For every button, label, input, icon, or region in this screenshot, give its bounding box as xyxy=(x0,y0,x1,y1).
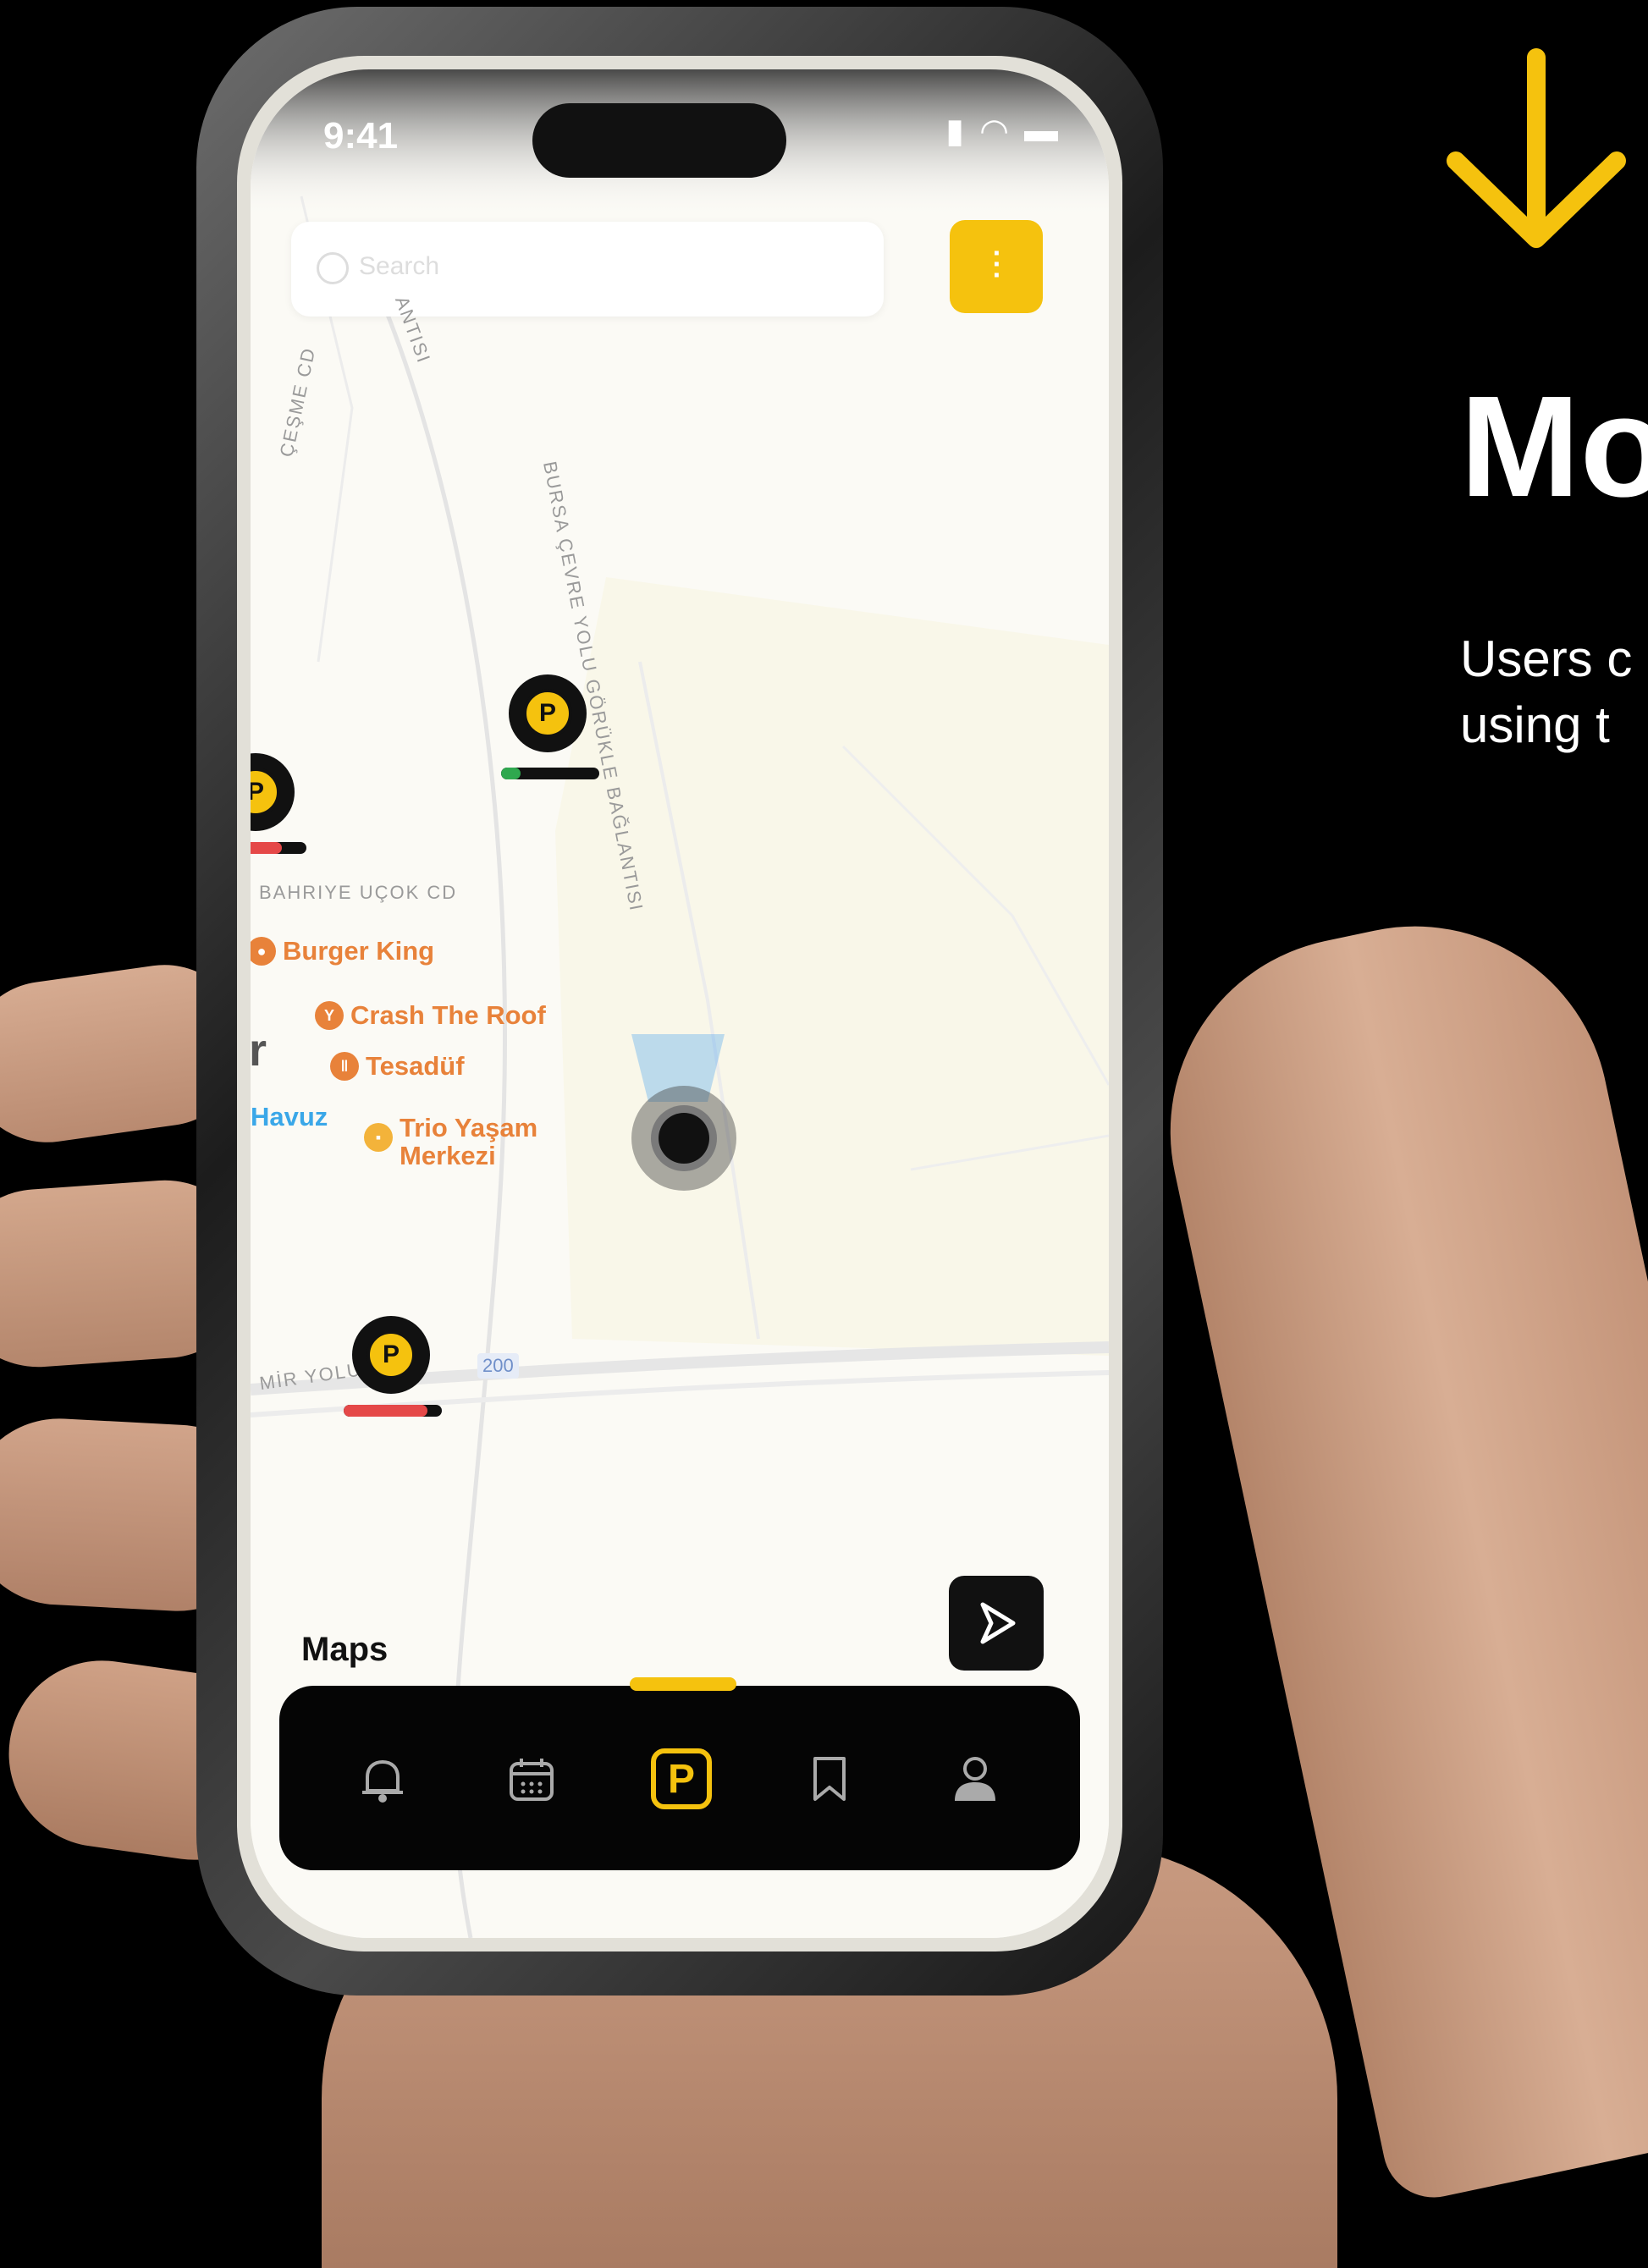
parking-icon: P xyxy=(251,768,280,817)
poi-label: Burger King xyxy=(283,936,435,966)
parking-icon: P xyxy=(523,689,572,738)
tab-parking[interactable]: P xyxy=(639,1737,724,1821)
navigation-arrow-icon xyxy=(980,1602,1016,1644)
dynamic-island xyxy=(532,103,786,178)
active-tab-indicator xyxy=(630,1677,736,1691)
user-location-dot xyxy=(659,1113,709,1164)
bell-icon xyxy=(362,1759,403,1803)
maps-attribution: Maps xyxy=(301,1631,388,1669)
profile-icon xyxy=(955,1757,995,1801)
maps-attribution-text: Maps xyxy=(301,1631,389,1668)
occupancy-fill xyxy=(501,768,521,779)
poi-burger-king[interactable]: ● Burger King xyxy=(251,936,434,966)
parking-pin[interactable]: P xyxy=(352,1316,430,1394)
poi-crash-the-roof[interactable]: Y Crash The Roof xyxy=(315,1000,546,1031)
signal-icon: ▮ xyxy=(945,113,965,150)
search-placeholder: Search xyxy=(359,252,440,280)
occupancy-bar xyxy=(251,842,306,854)
poi-trio-yasam[interactable]: ▪ Trio Yaşam Merkezi xyxy=(364,1113,538,1170)
arrow-down-icon xyxy=(1447,48,1626,248)
poi-havuz[interactable]: Havuz xyxy=(251,1102,328,1132)
phone-frame: 9:41 ▮ ◠ ▬ Search ⫶ ANTISI ÇEŞME CD BURS… xyxy=(196,7,1163,1996)
tab-profile[interactable] xyxy=(933,1737,1017,1821)
phone-screen: 9:41 ▮ ◠ ▬ Search ⫶ ANTISI ÇEŞME CD BURS… xyxy=(251,69,1109,1938)
battery-icon: ▬ xyxy=(1024,112,1058,149)
poi-label: Havuz xyxy=(251,1102,328,1131)
search-input[interactable]: Search xyxy=(291,222,884,317)
promo-headline: Mo xyxy=(1460,366,1648,527)
restaurant-icon: ‖ xyxy=(330,1052,359,1081)
highway-shield: 200 xyxy=(477,1353,519,1379)
bar-icon: Y xyxy=(315,1001,344,1030)
poi-label: Trio Yaşam Merkezi xyxy=(400,1113,538,1170)
status-time: 9:41 xyxy=(323,115,399,157)
tab-bar: P xyxy=(279,1677,1080,1870)
search-icon xyxy=(317,252,349,284)
map-text-fragment: r xyxy=(251,1025,267,1076)
tab-saved[interactable] xyxy=(787,1737,872,1821)
tab-notifications[interactable] xyxy=(340,1737,425,1821)
status-icons: ▮ ◠ ▬ xyxy=(945,112,1058,151)
promo-subtext: Users c using t xyxy=(1460,630,1633,753)
shop-icon: ▪ xyxy=(364,1123,393,1152)
sliders-icon: ⫶ xyxy=(991,244,1001,288)
occupancy-fill xyxy=(344,1405,427,1417)
calendar-icon xyxy=(510,1759,554,1801)
restaurant-icon: ● xyxy=(251,937,276,966)
tab-calendar[interactable] xyxy=(489,1737,574,1821)
wifi-icon: ◠ xyxy=(979,113,1009,150)
occupancy-bar xyxy=(344,1405,442,1417)
parking-pin[interactable]: P xyxy=(509,674,587,752)
parking-icon: P xyxy=(367,1330,416,1379)
poi-label: Tesadüf xyxy=(366,1051,465,1081)
road-label: BAHRIYE UÇOK CD xyxy=(259,882,458,903)
poi-label: Crash The Roof xyxy=(350,1000,546,1030)
occupancy-fill xyxy=(251,842,282,854)
occupancy-bar xyxy=(501,768,599,779)
navigate-button[interactable] xyxy=(949,1576,1044,1671)
filter-button[interactable]: ⫶ xyxy=(950,220,1043,313)
poi-tesaduf[interactable]: ‖ Tesadüf xyxy=(330,1051,465,1082)
status-bar: 9:41 ▮ ◠ ▬ xyxy=(251,69,1109,179)
bookmark-icon xyxy=(813,1757,846,1801)
parking-tab-icon: P xyxy=(651,1748,712,1809)
